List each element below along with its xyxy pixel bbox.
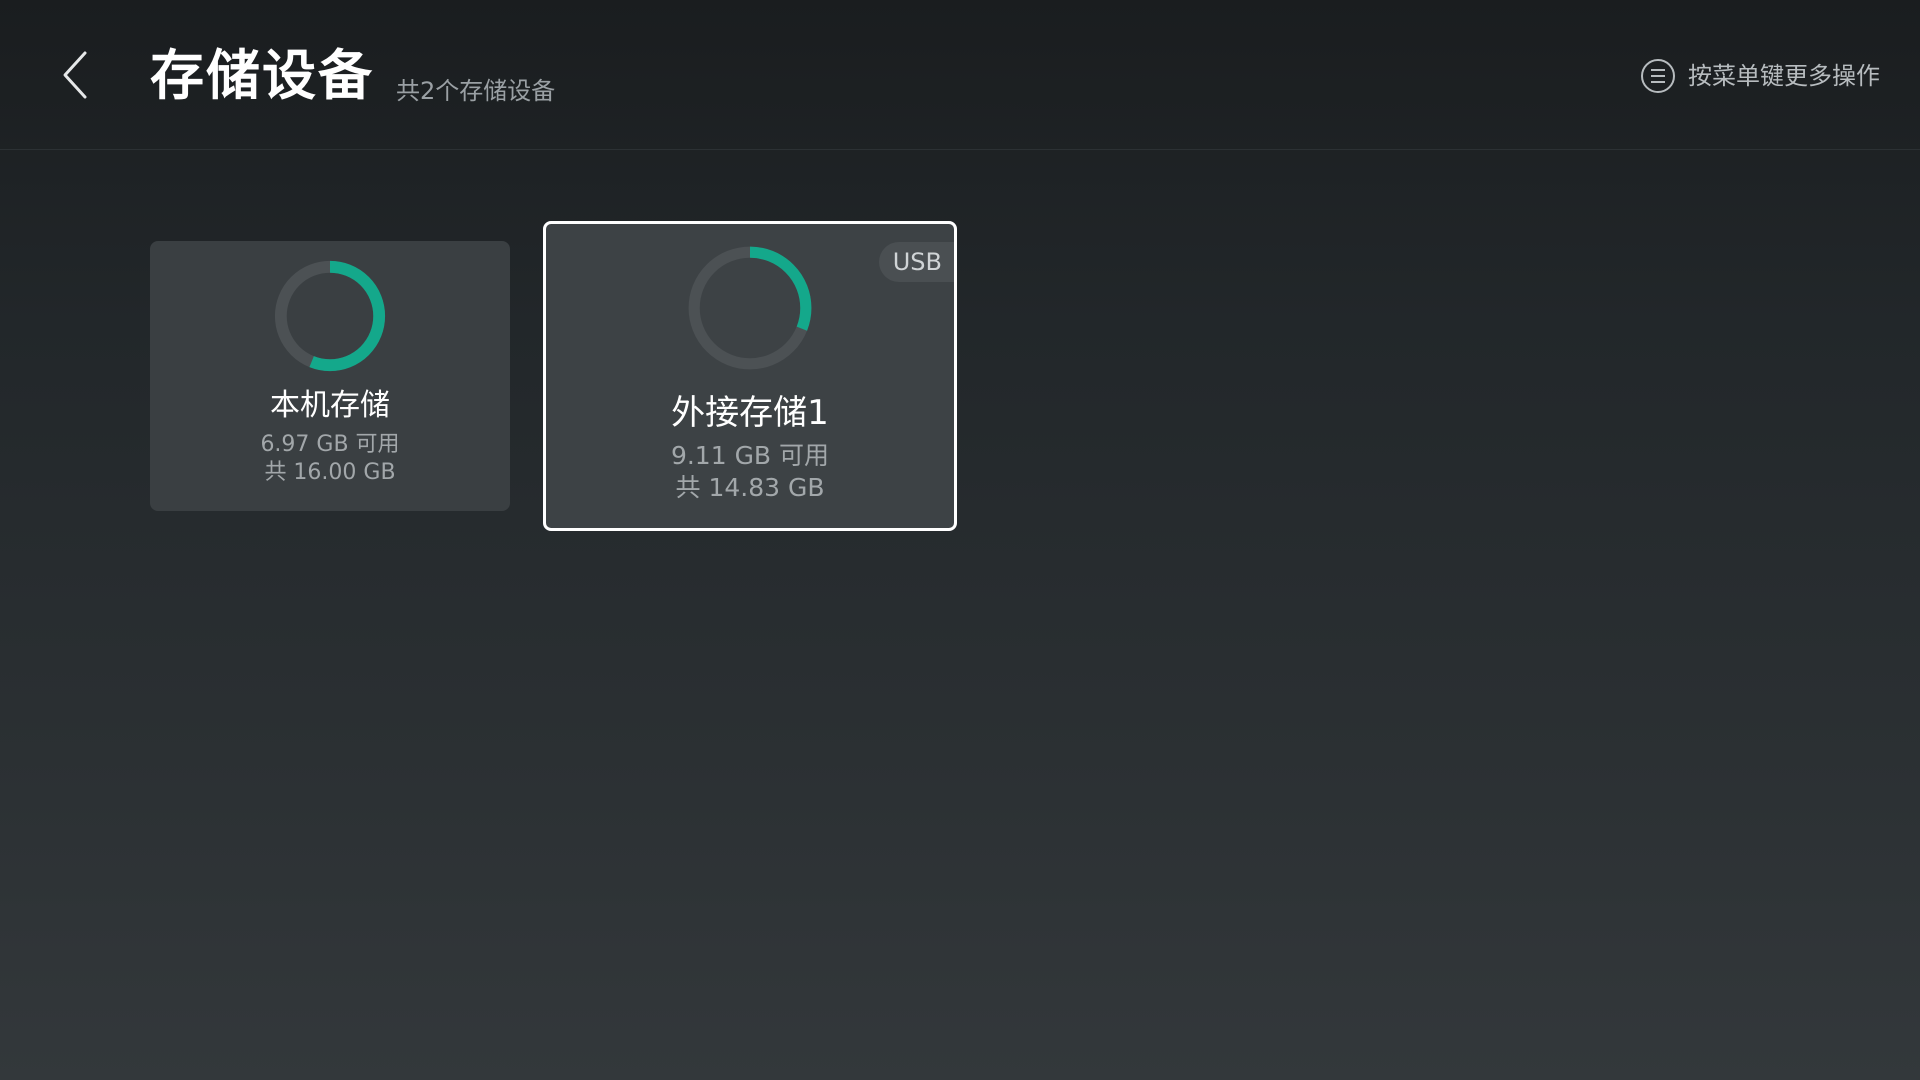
- storage-available: 9.11 GB 可用: [670, 441, 830, 470]
- storage-total: 共 14.83 GB: [675, 473, 825, 502]
- storage-usage-ring: [688, 246, 812, 370]
- storage-usage-ring: [274, 260, 386, 372]
- storage-total: 共 16.00 GB: [264, 460, 396, 485]
- storage-device-list: 本机存储 6.97 GB 可用 共 16.00 GB USB 外接存储1 9.1…: [0, 0, 1920, 1080]
- storage-name: 外接存储1: [671, 393, 829, 433]
- usb-badge: USB: [878, 242, 954, 282]
- storage-name: 本机存储: [270, 388, 390, 423]
- storage-card-local[interactable]: 本机存储 6.97 GB 可用 共 16.00 GB: [150, 241, 510, 511]
- storage-available: 6.97 GB 可用: [260, 432, 400, 457]
- storage-card-external[interactable]: USB 外接存储1 9.11 GB 可用 共 14.83 GB: [543, 221, 957, 531]
